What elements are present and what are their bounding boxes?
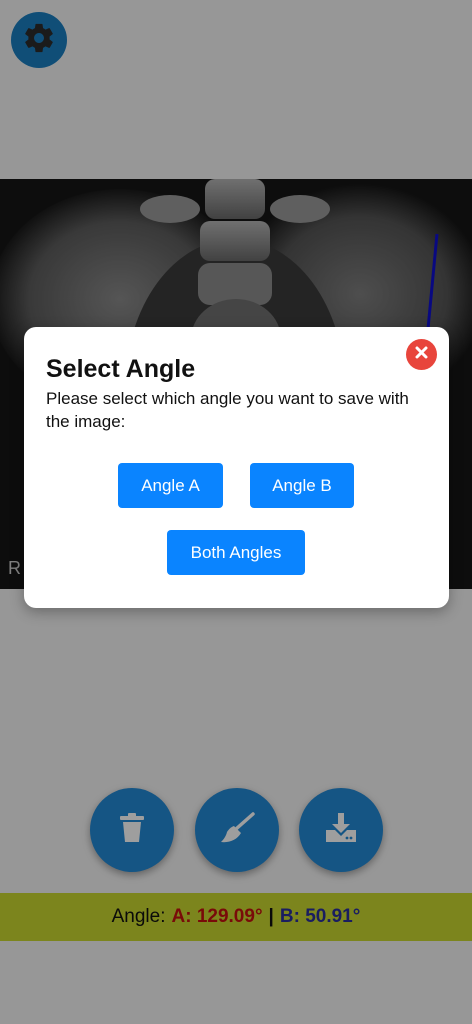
angle-b-button[interactable]: Angle B: [250, 463, 354, 508]
both-angles-button[interactable]: Both Angles: [167, 530, 305, 575]
close-button[interactable]: [406, 339, 437, 370]
angle-a-button[interactable]: Angle A: [118, 463, 223, 508]
dialog-title: Select Angle: [46, 355, 196, 383]
dialog-message: Please select which angle you want to sa…: [46, 389, 409, 431]
select-angle-dialog: Select Angle Please select which angle y…: [24, 327, 449, 608]
close-icon: [415, 346, 428, 364]
